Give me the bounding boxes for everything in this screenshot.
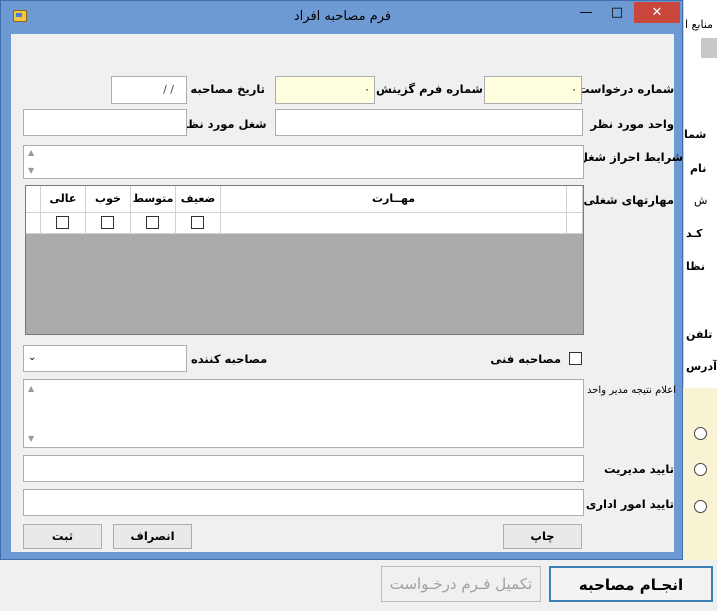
- job-requirements-textarea[interactable]: ▲ ▼: [23, 145, 584, 179]
- request-number-label: شماره درخواست: [578, 82, 675, 96]
- job-field[interactable]: [23, 109, 187, 136]
- interviewer-dropdown[interactable]: ⌄: [23, 345, 187, 372]
- grid-row-selector[interactable]: [567, 213, 583, 234]
- background-label-system: نظا: [686, 260, 705, 273]
- grid-header-excellent[interactable]: عالی: [41, 186, 86, 213]
- minimize-icon: —: [579, 5, 593, 20]
- medium-checkbox[interactable]: [146, 216, 159, 229]
- background-label-code: کـد: [686, 227, 703, 240]
- unit-field[interactable]: [275, 109, 583, 136]
- management-approval-field[interactable]: [23, 455, 584, 482]
- maximize-icon: □: [610, 5, 624, 20]
- request-number-value: ۰: [571, 83, 577, 96]
- grid-header-medium[interactable]: متوسط: [131, 186, 176, 213]
- close-icon: ✕: [651, 5, 663, 20]
- unit-label: واحد مورد نظر: [590, 117, 674, 131]
- job-requirements-label: شرایط احراز شغل: [578, 150, 684, 164]
- background-label-name: نام: [690, 162, 707, 175]
- scroll-up-icon[interactable]: ▲: [28, 148, 34, 157]
- admin-approval-label: تایید امور اداری: [585, 497, 674, 511]
- print-button[interactable]: چاپ: [503, 524, 582, 549]
- selection-form-number-field[interactable]: ۰: [275, 76, 375, 104]
- dialog-client-area: شماره درخواست ۰ شماره فرم گزینش ۰ تاریخ …: [11, 34, 684, 552]
- chevron-down-icon[interactable]: ⌄: [28, 352, 36, 363]
- job-label: شغل مورد نظر: [181, 117, 267, 131]
- grid-header-skill[interactable]: مهــارت: [221, 186, 567, 213]
- grid-header-good[interactable]: خوب: [86, 186, 131, 213]
- background-label-number: شما: [684, 128, 707, 141]
- background-scroll-thumb[interactable]: [701, 38, 717, 58]
- skills-grid[interactable]: عالی خوب متوسط ضعیف مهــارت: [25, 185, 584, 335]
- admin-approval-field[interactable]: [23, 489, 584, 516]
- background-label-address: آدرس: [686, 360, 717, 373]
- unit-manager-result-textarea[interactable]: ▲ ▼: [23, 379, 584, 448]
- unit-manager-result-label: اعلام نتیجه مدیر واحد: [587, 385, 677, 396]
- grid-corner-cell: [26, 186, 41, 213]
- grid-cell-skill[interactable]: [221, 213, 567, 234]
- cancel-button[interactable]: انصراف: [113, 524, 192, 549]
- interviewer-label: مصاحبه کننده: [191, 352, 268, 366]
- grid-header-row-selector: [567, 186, 583, 213]
- submit-button[interactable]: ثبت: [23, 524, 102, 549]
- maximize-button[interactable]: □: [603, 2, 631, 23]
- scroll-down-icon[interactable]: ▼: [28, 166, 34, 175]
- technical-interview-label: مصاحبه فنی: [490, 352, 561, 366]
- selection-form-number-label: شماره فرم گزینش: [376, 82, 483, 96]
- background-label-s: ش: [694, 194, 708, 207]
- scroll-down-icon[interactable]: ▼: [28, 434, 34, 443]
- grid-header-weak[interactable]: ضعیف: [176, 186, 221, 213]
- background-radio-2[interactable]: [694, 463, 707, 476]
- grid-cell-good[interactable]: [86, 213, 131, 234]
- do-interview-button[interactable]: انجـام مصاحبه: [549, 566, 713, 602]
- excellent-checkbox[interactable]: [56, 216, 69, 229]
- good-checkbox[interactable]: [101, 216, 114, 229]
- background-radio-1[interactable]: [694, 427, 707, 440]
- background-label-phone: تلفن: [686, 328, 713, 341]
- close-button[interactable]: ✕: [634, 2, 680, 23]
- request-number-field[interactable]: ۰: [484, 76, 582, 104]
- interview-date-label: تاریخ مصاحبه: [190, 82, 265, 96]
- scroll-up-icon[interactable]: ▲: [28, 384, 34, 393]
- interview-form-dialog: فرم مصاحبه افراد — □ ✕ شماره درخواست ۰ ش…: [0, 0, 683, 560]
- background-label-source: منابع ا: [685, 18, 714, 31]
- grid-cell-medium[interactable]: [131, 213, 176, 234]
- weak-checkbox[interactable]: [191, 216, 204, 229]
- complete-request-form-button[interactable]: تکمیل فـرم درخـواست: [381, 566, 541, 602]
- grid-row-header[interactable]: [26, 213, 41, 234]
- technical-interview-checkbox[interactable]: [569, 352, 582, 365]
- background-radio-3[interactable]: [694, 500, 707, 513]
- interview-date-field[interactable]: / /: [111, 76, 187, 104]
- selection-form-number-value: ۰: [364, 83, 370, 96]
- minimize-button[interactable]: —: [572, 2, 600, 23]
- grid-cell-excellent[interactable]: [41, 213, 86, 234]
- job-skills-label: مهارتهای شغلی: [583, 193, 674, 207]
- grid-cell-weak[interactable]: [176, 213, 221, 234]
- management-approval-label: تایید مدیریت: [603, 462, 674, 476]
- interview-date-value: / /: [163, 83, 174, 96]
- dialog-titlebar[interactable]: فرم مصاحبه افراد — □ ✕: [1, 1, 684, 34]
